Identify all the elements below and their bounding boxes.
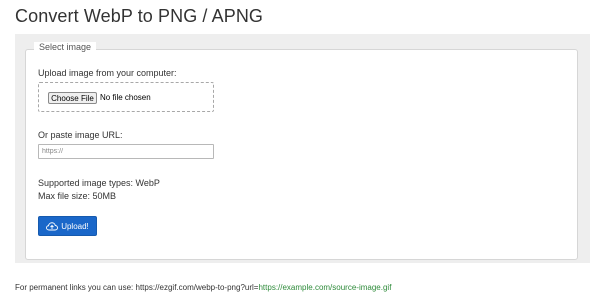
choose-file-button[interactable]: Choose File (48, 92, 97, 104)
supported-types-text: Supported image types: WebP (38, 178, 160, 188)
upload-button-label: Upload! (61, 221, 89, 231)
file-status-text: No file chosen (100, 93, 151, 102)
url-label: Or paste image URL: (38, 130, 123, 140)
example-url-link[interactable]: https://example.com/source-image.gif (258, 283, 391, 292)
page-title: Convert WebP to PNG / APNG (15, 6, 264, 26)
image-url-input[interactable] (38, 144, 214, 159)
permanent-links-prefix: For permanent links you can use: https:/… (15, 283, 259, 292)
max-file-size-text: Max file size: 50MB (38, 191, 117, 201)
upload-button[interactable]: Upload! (38, 216, 97, 236)
fieldset-legend: Select image (34, 42, 97, 52)
cloud-upload-icon (46, 221, 59, 231)
permanent-links-note: For permanent links you can use: https:/… (15, 283, 391, 292)
upload-label: Upload image from your computer: (38, 68, 177, 78)
